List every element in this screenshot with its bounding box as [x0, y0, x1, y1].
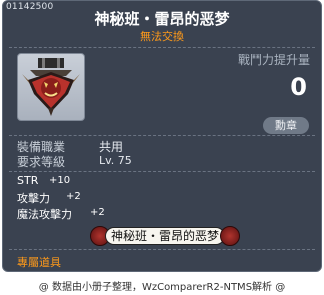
job-value: 共用 [99, 140, 124, 154]
set-name-banner: 神秘班・雷昂的恶梦 [90, 226, 240, 246]
stat-value: +10 [49, 175, 71, 186]
set-name-label: 神秘班・雷昂的恶梦 [105, 227, 225, 245]
job-label: 裝備職業 [17, 140, 66, 154]
level-value: Lv. 75 [99, 154, 132, 167]
stat-name: 魔法攻擊力 [17, 208, 72, 221]
stat-row-attack: 攻擊力 +2 [17, 190, 81, 206]
combat-power-label: 戰鬥力提升量 [237, 53, 310, 67]
level-requirement: 要求等級 Lv. 75 [17, 153, 132, 170]
item-title: 神秘班・雷昂的恶梦 [94, 10, 230, 28]
divider [9, 171, 315, 172]
divider [9, 135, 315, 136]
stat-row-magic-attack: 魔法攻擊力 +2 [17, 206, 105, 222]
stat-value: +2 [66, 191, 81, 202]
footer-credit: @ 数据由小册子整理，WzComparerR2-NTMS解析 @ [38, 282, 286, 293]
medal-button[interactable]: 勳章 [263, 117, 309, 134]
item-icon-frame [17, 53, 85, 121]
stat-name: STR [17, 174, 39, 187]
divider [9, 249, 315, 250]
level-label: 要求等級 [17, 155, 66, 169]
stat-value: +2 [90, 207, 105, 218]
item-tooltip: 01142500 神秘班・雷昂的恶梦 無法交換 戰鬥力提升量 0 勳章 裝備職業… [2, 0, 322, 272]
trade-status: 無法交換 [140, 30, 184, 43]
dragon-medal-icon [22, 58, 80, 116]
divider [9, 47, 315, 48]
exclusive-item-label: 專屬道具 [17, 256, 61, 269]
stat-name: 攻擊力 [17, 192, 50, 205]
stat-row-str: STR +10 [17, 174, 70, 187]
dragon-emblem-icon [220, 226, 240, 246]
combat-power-value: 0 [290, 73, 307, 101]
